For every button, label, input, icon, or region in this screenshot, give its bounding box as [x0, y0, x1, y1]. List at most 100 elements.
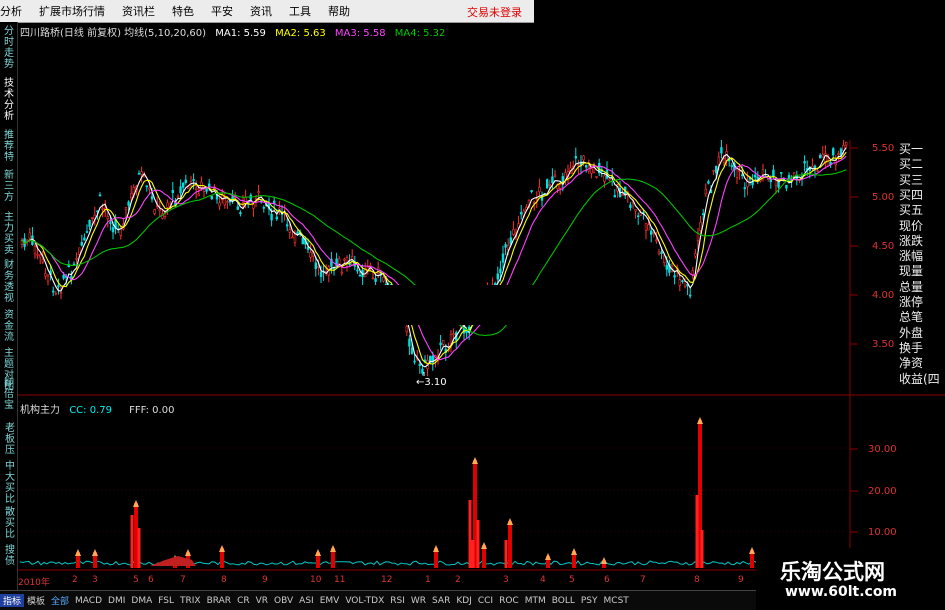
tab-sar[interactable]: SAR [429, 596, 453, 606]
candle-body [512, 228, 515, 235]
low-price-annotation: ←3.10 [416, 377, 447, 388]
candle-body [62, 274, 65, 279]
tab-psy[interactable]: PSY [578, 596, 601, 606]
x-tick-label: 7 [180, 575, 186, 585]
tab-fsl[interactable]: FSL [155, 596, 177, 606]
x-tick-label: 10 [310, 575, 322, 585]
spike-marker [571, 548, 577, 555]
candle-body [137, 172, 141, 175]
spike-marker [545, 553, 551, 560]
candle-body [660, 251, 663, 254]
spike-bar [137, 528, 141, 568]
x-tick-label: 2010年 [18, 578, 50, 588]
candle-body [254, 197, 258, 200]
quote-field-14: 换手 [899, 340, 924, 355]
tab-vr[interactable]: VR [253, 596, 271, 606]
indicator-tab-bar: 指标 模板 全部 MACD DMI DMA FSL TRIX BRAR CR VR OBV ASI EMV… [0, 590, 756, 610]
candle-body [831, 148, 835, 156]
quote-field-9: 现量 [899, 264, 924, 279]
candle-body [751, 181, 754, 185]
quote-field-13: 外盘 [899, 325, 924, 340]
candle-body [75, 257, 78, 260]
candle-body [818, 154, 822, 159]
quote-field-5: 买五 [899, 203, 924, 218]
candle-body [714, 166, 718, 174]
y-tick-5-00: 5.00 [872, 192, 895, 203]
spike-marker [481, 542, 487, 549]
candle-body [291, 236, 294, 239]
quote-field-1: 买一 [899, 142, 924, 156]
candle-body [413, 360, 416, 363]
candle-body [649, 230, 653, 235]
candle-body [119, 228, 123, 236]
candle-body [148, 187, 151, 190]
spike-marker [601, 557, 607, 564]
candle-body [358, 274, 362, 277]
candle-body [317, 266, 320, 268]
spike-bar [471, 540, 475, 568]
candle-body [418, 363, 421, 366]
candle-body [91, 217, 94, 219]
quote-field-11: 涨停 [899, 295, 924, 309]
spike-bar [130, 515, 134, 568]
quote-field-12: 总笔 [899, 310, 924, 325]
tab-模板[interactable]: 模板 [24, 594, 48, 607]
tab-roc[interactable]: ROC [496, 596, 522, 606]
x-tick-label: 5 [133, 575, 139, 585]
tab-指标[interactable]: 指标 [0, 594, 25, 607]
candle-body [785, 184, 788, 189]
candle-body [519, 212, 523, 215]
candle-body [301, 237, 304, 245]
x-tick-label: 9 [262, 575, 268, 585]
candle-body [226, 201, 229, 203]
tab-cr[interactable]: CR [234, 596, 253, 606]
candle-body [28, 232, 31, 239]
tab-brar[interactable]: BRAR [204, 596, 234, 606]
spike-bar [700, 530, 704, 568]
tab-emv[interactable]: EMV [317, 596, 343, 606]
candle-body [717, 156, 721, 165]
quote-field-2: 买二 [899, 157, 924, 172]
candle-body [57, 285, 60, 288]
candle-body [506, 245, 510, 250]
quote-field-8: 涨幅 [899, 249, 924, 264]
tab-全部[interactable]: 全部 [48, 594, 72, 607]
tab-dmi[interactable]: DMI [105, 596, 128, 606]
tab-dma[interactable]: DMA [128, 596, 155, 606]
candle-body [182, 182, 185, 188]
candle-body [844, 142, 848, 146]
candle-body [501, 253, 505, 263]
tab-mcst[interactable]: MCST [601, 596, 632, 606]
tab-macd[interactable]: MACD [72, 596, 105, 606]
tab-mtm[interactable]: MTM [522, 596, 549, 606]
candle-body [787, 175, 791, 179]
candle-body [803, 161, 806, 164]
x-tick-label: 8 [694, 575, 700, 585]
tab-asi[interactable]: ASI [296, 596, 317, 606]
quote-field-16: 收益(四 [899, 371, 940, 386]
candle-body [41, 259, 45, 263]
candle-body [236, 206, 239, 210]
tab-rsi[interactable]: RSI [387, 596, 408, 606]
tab-obv[interactable]: OBV [271, 596, 296, 606]
candle-body [779, 172, 783, 174]
quote-field-3: 买三 [899, 172, 924, 187]
candle-body [545, 179, 549, 189]
candle-body [740, 174, 744, 177]
candle-body [78, 247, 81, 255]
tab-cci[interactable]: CCI [475, 596, 496, 606]
tab-kdj[interactable]: KDJ [453, 596, 475, 606]
tab-trix[interactable]: TRIX [177, 596, 204, 606]
redaction-top-right [534, 0, 945, 140]
candle-body [306, 246, 310, 250]
candle-body [270, 213, 273, 221]
spike-marker [697, 417, 703, 424]
candle-body [564, 172, 567, 180]
tab-vol-tdx[interactable]: VOL-TDX [342, 596, 387, 606]
candle-body [288, 229, 291, 233]
candle-body [205, 188, 208, 192]
candle-body [712, 169, 715, 172]
tab-boll[interactable]: BOLL [549, 596, 578, 606]
tab-wr[interactable]: WR [408, 596, 429, 606]
candle-body [608, 178, 611, 181]
